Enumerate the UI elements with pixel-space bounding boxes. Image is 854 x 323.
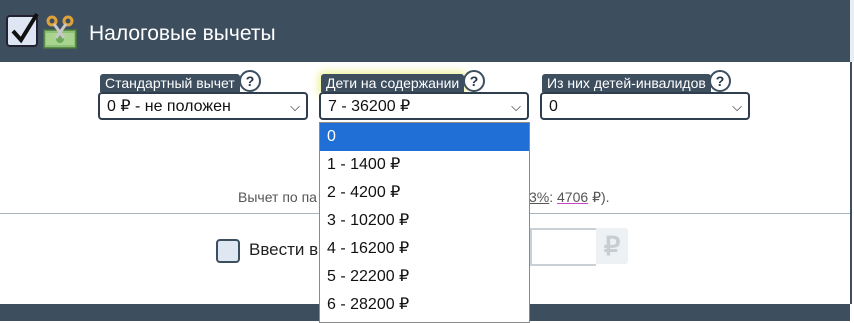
children-dropdown-list[interactable]: 0 1 - 1400 ₽ 2 - 4200 ₽ 3 - 10200 ₽ 4 - … [319, 122, 530, 323]
section-checkbox[interactable] [6, 12, 39, 47]
dropdown-option[interactable]: 2 - 4200 ₽ [320, 179, 529, 207]
disabled-children-select[interactable]: 0 ⌵ [540, 92, 750, 120]
note-suffix: ₽). [592, 189, 610, 205]
standard-deduction-label: Стандартный вычет [100, 74, 240, 92]
chevron-down-icon: ⌵ [511, 99, 521, 114]
deduction-note-start: Вычет по па [238, 189, 317, 205]
dropdown-option[interactable]: 1 - 1400 ₽ [320, 151, 529, 179]
disabled-children-value: 0 [549, 98, 558, 115]
deduction-note-end: 3%: 4706 ₽). [529, 189, 610, 206]
standard-help-icon[interactable]: ? [239, 70, 261, 92]
note-percent: 3% [529, 189, 550, 205]
children-help-icon[interactable]: ? [463, 70, 485, 92]
section-title: Налоговые вычеты [89, 22, 276, 45]
chevron-down-icon: ⌵ [290, 99, 300, 114]
manual-entry-label: Ввести в [249, 240, 319, 259]
children-label: Дети на содержании [321, 74, 465, 92]
dropdown-option[interactable]: 6 - 28200 ₽ [320, 291, 529, 319]
dropdown-option[interactable]: 0 [320, 123, 529, 151]
children-value: 7 - 36200 ₽ [328, 98, 411, 115]
section-header: Налоговые вычеты [0, 0, 854, 62]
dropdown-option[interactable]: 5 - 22200 ₽ [320, 263, 529, 291]
note-separator: : [549, 189, 554, 205]
manual-amount-input[interactable] [530, 228, 596, 266]
children-select[interactable]: 7 - 36200 ₽ ⌵ [319, 92, 529, 120]
dropdown-option[interactable]: 3 - 10200 ₽ [320, 207, 529, 235]
standard-deduction-select[interactable]: 0 ₽ - не положен ⌵ [98, 92, 308, 120]
ruble-sign: ₽ [596, 228, 628, 264]
dropdown-option[interactable]: 4 - 16200 ₽ [320, 235, 529, 263]
checkmark-icon [11, 12, 39, 44]
disabled-help-icon[interactable]: ? [709, 70, 731, 92]
disabled-children-label: Из них детей-инвалидов [542, 74, 711, 92]
standard-deduction-value: 0 ₽ - не положен [107, 98, 231, 115]
money-scissors-icon [42, 14, 78, 50]
chevron-down-icon: ⌵ [732, 99, 742, 114]
note-amount: 4706 [557, 189, 589, 205]
manual-entry-checkbox[interactable] [216, 239, 240, 263]
